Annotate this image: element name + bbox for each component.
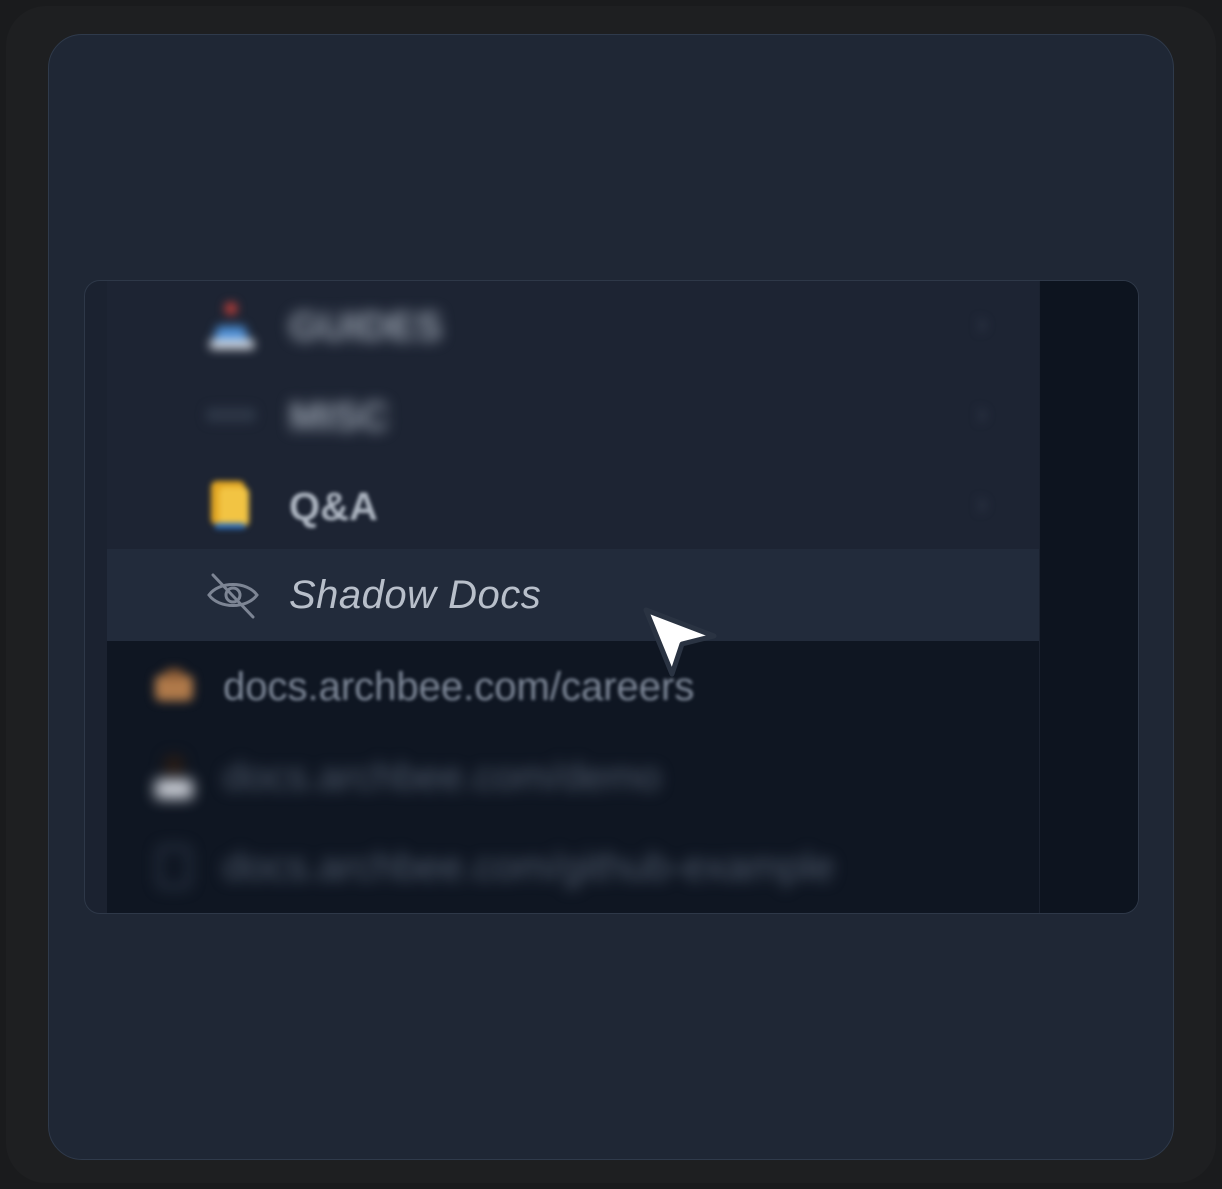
link-label: docs.archbee.com/demo — [223, 755, 662, 799]
menu-item-shadow-docs[interactable]: Shadow Docs — [107, 549, 1039, 641]
github-icon — [151, 841, 197, 893]
guides-emoji-icon — [202, 299, 260, 351]
menu-item-qa[interactable]: Q&A › — [107, 461, 1039, 549]
chevron-right-icon: › — [977, 307, 987, 340]
chevron-right-icon: › — [977, 397, 987, 430]
mouse-cursor-icon — [638, 600, 722, 689]
menu-item-label: Shadow Docs — [289, 573, 542, 617]
misc-emoji-icon — [202, 389, 260, 441]
dropdown-panel: GUIDES › MISC › Q&A › Shadow Docs docs.a… — [84, 280, 1139, 914]
qa-emoji-icon — [202, 479, 260, 531]
link-label: docs.archbee.com/github-example — [223, 845, 835, 889]
eye-slash-icon — [205, 569, 261, 626]
menu-item-guides[interactable]: GUIDES › — [107, 281, 1039, 369]
menu-item-misc[interactable]: MISC › — [107, 371, 1039, 459]
menu-item-label: MISC — [289, 395, 389, 439]
link-label: docs.archbee.com/careers — [223, 665, 695, 709]
links-list: docs.archbee.com/careers docs.archbee.co… — [107, 641, 1039, 913]
chevron-right-icon: › — [977, 487, 987, 520]
panel-right-strip — [1040, 281, 1138, 913]
demo-emoji-icon — [151, 751, 197, 803]
careers-emoji-icon — [151, 661, 197, 713]
link-item-careers[interactable]: docs.archbee.com/careers — [107, 643, 1039, 731]
menu-item-label: GUIDES — [289, 305, 443, 349]
link-item-demo[interactable]: docs.archbee.com/demo — [107, 733, 1039, 821]
menu-item-label: Q&A — [289, 485, 378, 529]
link-item-github-example[interactable]: docs.archbee.com/github-example — [107, 823, 1039, 911]
